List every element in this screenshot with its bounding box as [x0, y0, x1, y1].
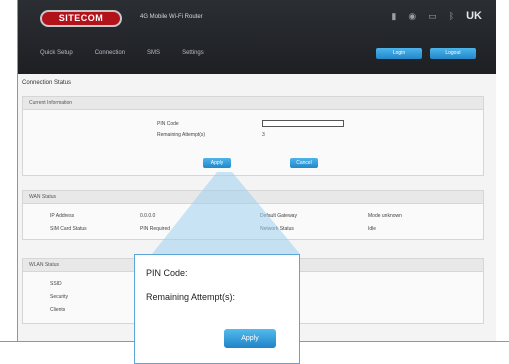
zoom-callout: PIN Code: Remaining Attempt(s): Apply [134, 254, 300, 364]
zoom-pin-code-label: PIN Code: [146, 268, 188, 278]
zoom-beam-shape [152, 172, 300, 254]
zoom-remaining-attempts-label: Remaining Attempt(s): [146, 292, 236, 302]
zoom-apply-button[interactable]: Apply [224, 329, 276, 348]
